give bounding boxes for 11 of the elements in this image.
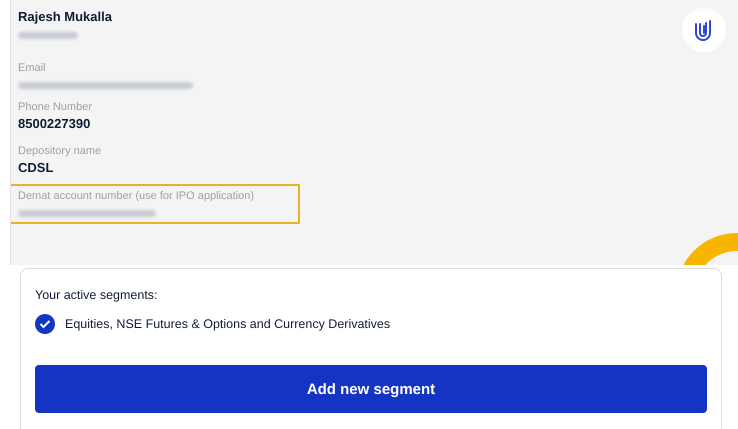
logo-icon	[682, 8, 726, 52]
field-value: 8500227390	[18, 115, 92, 133]
field-label: Phone Number	[18, 100, 93, 115]
field-label: Depository name	[18, 144, 102, 159]
segment-label: Equities, NSE Futures & Options and Currency Derivatives	[65, 317, 390, 331]
section-title: Your active segments:	[35, 287, 159, 303]
field-value: CDSL	[18, 159, 54, 177]
add-segment-button[interactable]: Add new segment	[35, 365, 707, 413]
field-label: Email	[18, 61, 47, 76]
field-label: Demat account number (use for IPO application)	[18, 189, 256, 204]
user-name: Rajesh Mukalla	[18, 8, 113, 26]
